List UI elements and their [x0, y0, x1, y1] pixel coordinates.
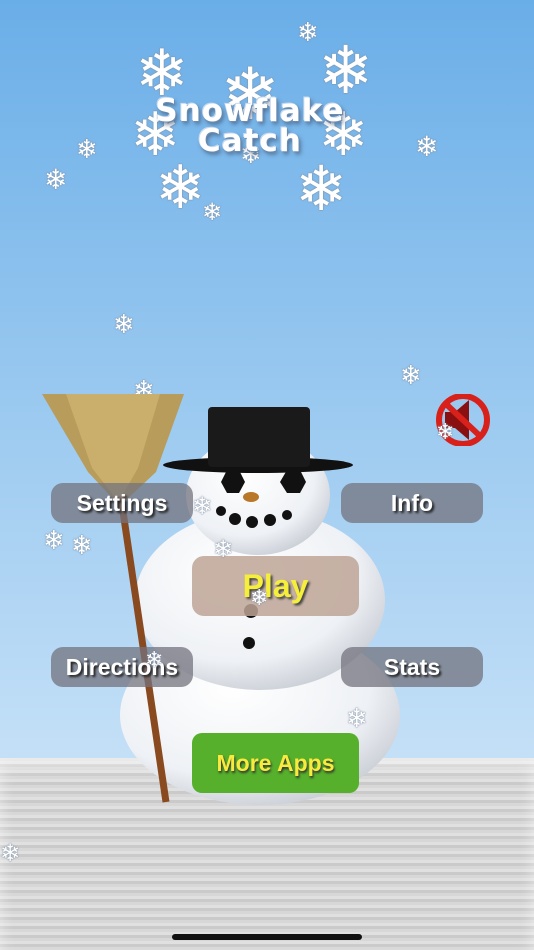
- game-title: Snowflake Catch: [130, 93, 370, 159]
- snowflake-icon: ❄: [346, 704, 368, 734]
- settings-button[interactable]: Settings: [51, 483, 193, 523]
- snowflake-icon: ❄: [415, 130, 439, 163]
- snowflake-icon: ❄: [295, 152, 347, 225]
- snowflake-icon: ❄: [213, 535, 234, 563]
- home-indicator[interactable]: [172, 934, 362, 940]
- title-line-2: Catch: [198, 123, 302, 159]
- snowflake-icon: ❄: [145, 648, 164, 673]
- snowflake-icon: ❄: [400, 361, 422, 391]
- settings-label: Settings: [76, 489, 168, 516]
- info-button[interactable]: Info: [341, 483, 483, 523]
- title-line-1: Snowflake: [155, 93, 345, 129]
- stats-button[interactable]: Stats: [341, 647, 483, 687]
- snowflake-icon: ❄: [155, 153, 206, 223]
- more-apps-button[interactable]: More Apps: [192, 733, 359, 793]
- snowflake-icon: ❄: [113, 310, 135, 340]
- snowflake-icon: ❄: [76, 135, 98, 165]
- more-apps-label: More Apps: [216, 749, 335, 776]
- snowflake-icon: ❄: [0, 839, 21, 867]
- snowflake-icon: ❄: [202, 198, 223, 226]
- snowflake-icon: ❄: [250, 586, 269, 611]
- stats-label: Stats: [383, 653, 441, 680]
- snowflake-icon: ❄: [44, 163, 68, 196]
- directions-button[interactable]: Directions: [51, 647, 193, 687]
- broom-illustration: [42, 394, 184, 803]
- snowflake-icon: ❄: [436, 420, 455, 445]
- info-label: Info: [390, 489, 434, 516]
- snowflake-icon: ❄: [192, 492, 213, 520]
- snowflake-icon: ❄: [297, 18, 319, 48]
- play-button[interactable]: Play: [192, 556, 359, 616]
